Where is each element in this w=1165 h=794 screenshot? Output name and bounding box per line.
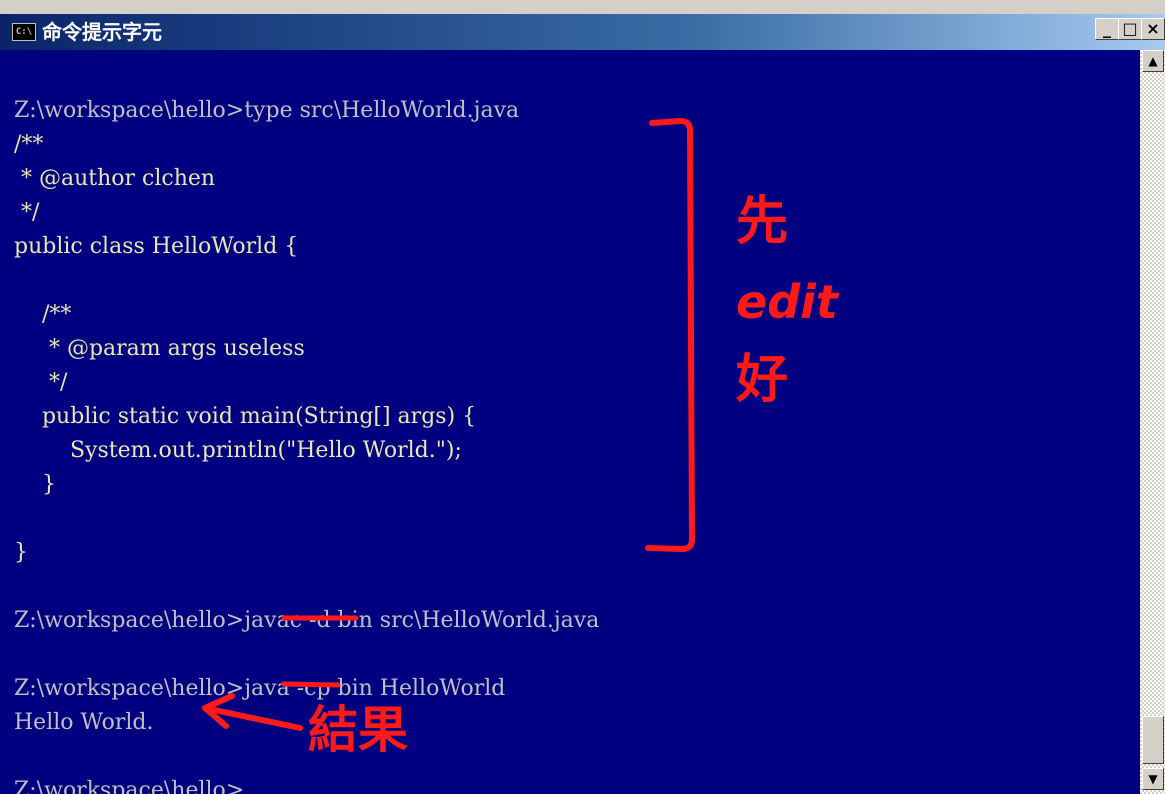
console-line: public static void main(String[] args) { [14, 404, 477, 429]
window-title: 命令提示字元 [42, 20, 162, 44]
scrollbar-thumb[interactable] [1142, 716, 1164, 764]
console-line: Z:\workspace\hello>type src\HelloWorld.j… [14, 98, 520, 123]
console-output-area[interactable]: Z:\workspace\hello>type src\HelloWorld.j… [0, 50, 1140, 794]
edit-note-line1: 先 [736, 192, 789, 252]
console-app-icon[interactable]: C:\ [12, 23, 36, 41]
console-line: Hello World. [14, 710, 154, 735]
console-window: C:\ 命令提示字元 _ □ × Z:\workspace\hello>type… [0, 0, 1165, 794]
scroll-down-button[interactable]: ▼ [1142, 768, 1164, 790]
edit-note-line2: edit [736, 275, 838, 329]
console-line: Z:\workspace\hello>java -cp bin HelloWor… [14, 676, 506, 701]
console-line: } [14, 472, 56, 497]
close-button[interactable]: × [1141, 18, 1165, 40]
minimize-button[interactable]: _ [1095, 18, 1119, 40]
console-line: * @param args useless [14, 336, 305, 361]
edit-note-line3: 好 [736, 350, 789, 410]
console-line: } [14, 540, 28, 565]
console-line: /** [14, 302, 72, 327]
console-text: Z:\workspace\hello>type src\HelloWorld.j… [14, 94, 599, 794]
console-line: */ [14, 200, 40, 225]
scroll-up-button[interactable]: ▲ [1142, 50, 1164, 72]
title-bar[interactable]: C:\ 命令提示字元 [0, 14, 1165, 50]
console-line: Z:\workspace\hello>javac -d bin src\Hell… [14, 608, 600, 633]
console-line: /** [14, 132, 44, 157]
console-line: public class HelloWorld { [14, 234, 299, 259]
result-note: 結果 [308, 701, 408, 759]
console-line: */ [14, 370, 68, 395]
console-line: System.out.println("Hello World."); [14, 438, 462, 463]
maximize-button[interactable]: □ [1118, 18, 1142, 40]
console-line: Z:\workspace\hello> [14, 778, 245, 794]
vertical-scrollbar[interactable] [1140, 50, 1165, 794]
console-line: * @author clchen [14, 166, 216, 191]
